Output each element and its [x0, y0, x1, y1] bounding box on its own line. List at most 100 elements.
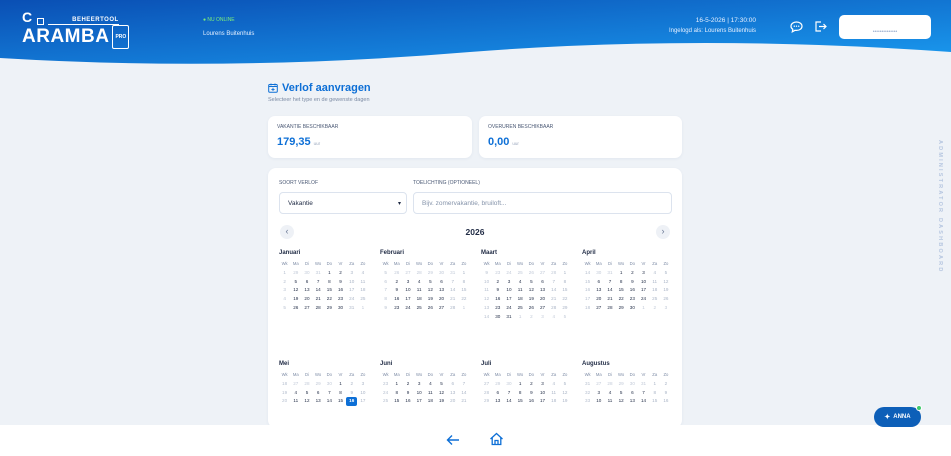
- calendar-day[interactable]: 3: [503, 278, 514, 287]
- calendar-day[interactable]: 5: [526, 278, 537, 287]
- calendar-day[interactable]: 6: [313, 389, 324, 398]
- calendar-day[interactable]: 11: [649, 278, 660, 287]
- calendar-day[interactable]: 6: [627, 389, 638, 398]
- calendar-day[interactable]: 5: [436, 380, 447, 389]
- calendar-day[interactable]: 3: [402, 278, 413, 287]
- calendar-day[interactable]: 22: [616, 295, 627, 304]
- calendar-day[interactable]: 1: [391, 380, 402, 389]
- calendar-day[interactable]: 15: [616, 286, 627, 295]
- calendar-day[interactable]: 13: [627, 397, 638, 406]
- calendar-day[interactable]: 4: [604, 389, 615, 398]
- calendar-day[interactable]: 18: [414, 295, 425, 304]
- calendar-day[interactable]: 9: [346, 389, 357, 398]
- calendar-day[interactable]: 1: [559, 269, 570, 278]
- calendar-day[interactable]: 12: [425, 286, 436, 295]
- calendar-day[interactable]: 7: [604, 278, 615, 287]
- calendar-day[interactable]: 2: [335, 269, 346, 278]
- calendar-day[interactable]: 3: [593, 389, 604, 398]
- calendar-day[interactable]: 17: [503, 295, 514, 304]
- calendar-day[interactable]: 8: [616, 278, 627, 287]
- calendar-day[interactable]: 19: [436, 397, 447, 406]
- calendar-day[interactable]: 3: [638, 269, 649, 278]
- calendar-day[interactable]: 4: [515, 278, 526, 287]
- calendar-day[interactable]: 11: [515, 286, 526, 295]
- calendar-day[interactable]: 1: [515, 380, 526, 389]
- calendar-day[interactable]: 17: [402, 295, 413, 304]
- calendar-day[interactable]: 30: [335, 304, 346, 313]
- calendar-day[interactable]: 8: [391, 389, 402, 398]
- calendar-day[interactable]: 5: [425, 278, 436, 287]
- calendar-day[interactable]: 8: [559, 278, 570, 287]
- calendar-day[interactable]: 27: [593, 304, 604, 313]
- calendar-day[interactable]: 16: [492, 295, 503, 304]
- header-action-button[interactable]: ••••••••••••••: [839, 15, 931, 39]
- arrow-left-icon[interactable]: [446, 434, 460, 446]
- calendar-day[interactable]: 16: [660, 397, 671, 406]
- calendar-day[interactable]: 1: [458, 269, 469, 278]
- calendar-day[interactable]: 17: [357, 397, 368, 406]
- calendar-day[interactable]: 3: [414, 380, 425, 389]
- calendar-day[interactable]: 8: [324, 278, 335, 287]
- calendar-day[interactable]: 9: [526, 389, 537, 398]
- calendar-day[interactable]: 17: [638, 286, 649, 295]
- calendar-day[interactable]: 10: [346, 278, 357, 287]
- calendar-day[interactable]: 1: [335, 380, 346, 389]
- calendar-day[interactable]: 12: [290, 286, 301, 295]
- calendar-day[interactable]: 13: [537, 286, 548, 295]
- calendar-day[interactable]: 16: [402, 397, 413, 406]
- calendar-day[interactable]: 11: [357, 278, 368, 287]
- calendar-day[interactable]: 18: [548, 397, 559, 406]
- calendar-day[interactable]: 13: [447, 389, 458, 398]
- calendar-day[interactable]: 21: [447, 295, 458, 304]
- calendar-day[interactable]: 21: [548, 295, 559, 304]
- calendar-day[interactable]: 2: [492, 278, 503, 287]
- calendar-day[interactable]: 14: [458, 389, 469, 398]
- calendar-day[interactable]: 7: [447, 278, 458, 287]
- calendar-day[interactable]: 15: [649, 397, 660, 406]
- calendar-day[interactable]: 13: [313, 397, 324, 406]
- calendar-day[interactable]: 28: [548, 304, 559, 313]
- calendar-day[interactable]: 20: [537, 295, 548, 304]
- calendar-day[interactable]: 11: [290, 397, 301, 406]
- calendar-day[interactable]: 3: [537, 380, 548, 389]
- calendar-day[interactable]: 3: [357, 380, 368, 389]
- calendar-day[interactable]: 11: [425, 389, 436, 398]
- calendar-day[interactable]: 28: [447, 304, 458, 313]
- calendar-day[interactable]: 15: [391, 397, 402, 406]
- calendar-day[interactable]: 31: [346, 304, 357, 313]
- calendar-day[interactable]: 12: [436, 389, 447, 398]
- calendar-day[interactable]: 23: [391, 304, 402, 313]
- calendar-day[interactable]: 29: [616, 304, 627, 313]
- calendar-day[interactable]: 8: [458, 278, 469, 287]
- leave-type-select[interactable]: Vakantie ▾: [279, 192, 407, 214]
- calendar-day[interactable]: 22: [559, 295, 570, 304]
- calendar-day[interactable]: 15: [458, 286, 469, 295]
- calendar-day[interactable]: 12: [660, 278, 671, 287]
- calendar-day[interactable]: 24: [402, 304, 413, 313]
- calendar-day[interactable]: 25: [515, 304, 526, 313]
- calendar-day[interactable]: 11: [414, 286, 425, 295]
- calendar-day[interactable]: 9: [492, 286, 503, 295]
- calendar-day[interactable]: 21: [604, 295, 615, 304]
- calendar-day[interactable]: 16: [526, 397, 537, 406]
- calendar-day[interactable]: 18: [425, 397, 436, 406]
- calendar-day[interactable]: 10: [414, 389, 425, 398]
- calendar-day[interactable]: 16: [391, 295, 402, 304]
- calendar-day[interactable]: 9: [402, 389, 413, 398]
- calendar-day[interactable]: 31: [503, 313, 514, 322]
- calendar-day[interactable]: 20: [593, 295, 604, 304]
- calendar-day[interactable]: 10: [638, 278, 649, 287]
- calendar-day[interactable]: 4: [548, 380, 559, 389]
- calendar-day[interactable]: 15: [335, 397, 346, 406]
- calendar-day[interactable]: 20: [447, 397, 458, 406]
- calendar-day[interactable]: 5: [290, 278, 301, 287]
- calendar-day[interactable]: 29: [559, 304, 570, 313]
- calendar-day[interactable]: 6: [537, 278, 548, 287]
- calendar-day[interactable]: 25: [649, 295, 660, 304]
- assistant-button[interactable]: ✦ ANNA: [874, 405, 922, 427]
- calendar-day[interactable]: 20: [436, 295, 447, 304]
- calendar-day[interactable]: 23: [492, 304, 503, 313]
- calendar-day[interactable]: 13: [436, 286, 447, 295]
- calendar-day[interactable]: 2: [526, 380, 537, 389]
- calendar-day[interactable]: 14: [548, 286, 559, 295]
